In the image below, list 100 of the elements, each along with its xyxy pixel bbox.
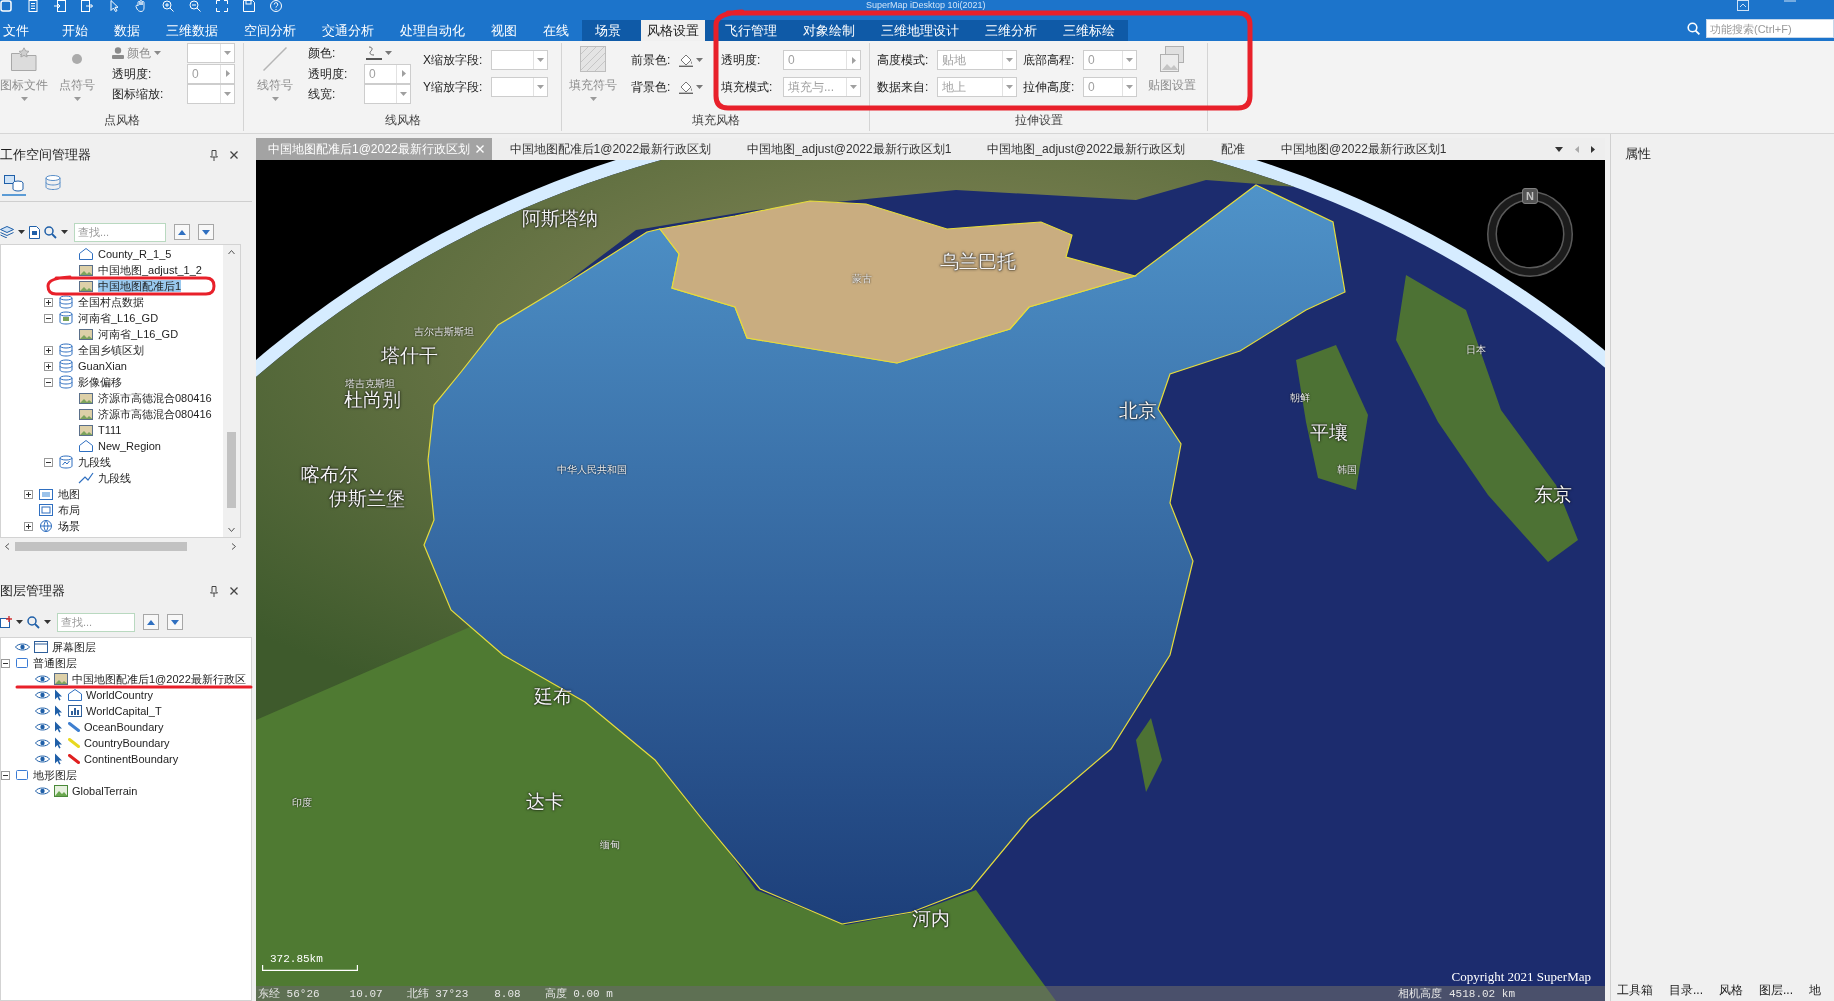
scroll-up-icon[interactable] [228,250,235,254]
search-field[interactable]: 查找... [74,222,166,242]
menu-tab[interactable]: 飞行管理 [719,20,783,41]
collapse-icon[interactable] [1,658,10,668]
expand-icon[interactable] [24,489,33,499]
layer-item[interactable]: CountryBoundary [84,737,170,749]
tree-item[interactable]: 河南省_L16_GD [98,328,179,340]
cursor-icon[interactable] [54,689,62,701]
search-field[interactable]: 功能搜索(Ctrl+F) [1706,19,1834,38]
move-up-button[interactable] [143,614,159,630]
dropdown-field[interactable] [491,50,548,70]
layer-item[interactable]: WorldCapital_T [86,705,162,717]
pin-icon[interactable] [210,149,218,161]
layer-item[interactable]: 中国地图配准后1@2022最新行政区 [72,673,246,685]
tree-item[interactable]: 济源市高德混合080416 [98,408,212,420]
pin-icon[interactable] [210,585,218,597]
tree-item[interactable]: 济源市高德混合080416 [98,392,212,404]
tree-item[interactable]: 中国地图配准后1 [98,280,182,292]
collapse-icon[interactable] [44,457,53,467]
menu-tab[interactable]: 风格设置 [641,20,705,41]
tree-item[interactable]: 河南省_L16_GD [78,312,159,324]
menu-tab[interactable]: 在线 [537,20,575,41]
search-icon[interactable] [44,225,57,239]
eye-icon[interactable] [35,786,50,796]
expand-icon[interactable] [24,521,33,531]
menu-tab[interactable]: 文件 [0,20,35,41]
help-icon[interactable] [270,0,282,12]
vertical-scrollbar[interactable] [223,245,240,537]
document-tab[interactable]: 中国地图_adjust@2022最新行政区划 [969,138,1203,160]
layer-item[interactable]: WorldCountry [86,689,154,701]
menu-tab[interactable]: 视图 [485,20,523,41]
compass-ring-icon[interactable] [1487,191,1573,277]
hand-icon[interactable] [135,0,147,12]
close-icon[interactable] [230,587,238,595]
menu-tab[interactable]: 处理自动化 [394,20,471,41]
tab-list-caret-icon[interactable] [1555,146,1563,152]
zoom-in-icon[interactable] [162,0,174,12]
tree-item[interactable]: 九段线 [78,456,111,468]
document-tab[interactable]: 配准 [1202,138,1263,160]
expand-icon[interactable] [44,345,53,355]
eye-icon[interactable] [35,690,50,700]
layer-item[interactable]: 普通图层 [33,657,77,669]
layer-item[interactable]: OceanBoundary [84,721,164,733]
cursor-icon[interactable] [54,705,62,717]
menu-tab[interactable]: 三维地理设计 [875,20,965,41]
scrollbar-thumb[interactable] [227,432,236,508]
scroll-right-icon[interactable] [232,542,236,550]
dropdown-field[interactable] [187,43,235,64]
menu-tab[interactable]: 三维数据 [160,20,224,41]
tree-item[interactable]: 布局 [58,504,80,516]
full-extent-icon[interactable] [216,0,228,12]
menu-tab[interactable]: 对象绘制 [797,20,861,41]
search-icon[interactable] [1687,22,1700,35]
save-icon[interactable] [243,0,255,12]
tree-item[interactable]: GuanXian [78,360,127,372]
tree-item[interactable]: 九段线 [98,472,131,484]
menu-tab[interactable]: 交通分析 [316,20,380,41]
zoom-out-icon[interactable] [189,0,201,12]
dropdown-field[interactable] [364,83,411,104]
menu-tab[interactable]: 三维标绘 [1057,20,1121,41]
eye-icon[interactable] [35,706,50,716]
dock-tab[interactable]: 目录... [1661,980,1711,1000]
menu-tab[interactable]: 场景 [589,20,627,41]
search-field[interactable]: 查找... [57,612,135,632]
north-label[interactable]: N [1522,188,1538,204]
tree-item[interactable]: 全国乡镇区划 [78,344,144,356]
expand-icon[interactable] [44,297,53,307]
tree-item[interactable]: T111 [98,424,122,436]
tree-item[interactable]: 中国地图_adjust_1_2 [98,264,202,276]
scroll-left-icon[interactable] [5,542,9,550]
layers-icon[interactable] [0,226,14,238]
layer-item[interactable]: 地形图层 [33,769,77,781]
move-down-button[interactable] [167,614,183,630]
tree-item[interactable]: 全国村点数据 [78,296,144,308]
collapse-icon[interactable] [44,313,53,323]
cursor-icon[interactable] [54,721,62,733]
dock-tab[interactable]: 风格 [1711,980,1751,1000]
dock-tab[interactable]: 工具箱 [1611,980,1661,1000]
scrollbar-thumb[interactable] [15,541,187,551]
add-layer-icon[interactable] [0,616,12,628]
dock-tab[interactable]: 地 [1801,980,1830,1000]
dropdown-field[interactable] [187,83,235,104]
tree-item[interactable]: New_Region [98,440,161,452]
document-icon[interactable] [29,225,40,239]
pointer-icon[interactable] [108,0,120,12]
menu-tab[interactable]: 空间分析 [238,20,302,41]
document-tab[interactable]: 中国地图配准后1@2022最新行政区划 [491,138,730,160]
menu-tab[interactable]: 三维分析 [979,20,1043,41]
close-icon[interactable] [230,151,238,159]
collapse-icon[interactable] [44,377,53,387]
export-icon[interactable] [81,0,93,12]
document-tab[interactable]: 中国地图_adjust@2022最新行政区划1 [729,138,970,160]
layer-item[interactable]: 屏幕图层 [52,641,96,653]
tree-item[interactable]: County_R_1_5 [98,248,172,260]
cursor-icon[interactable] [54,737,62,749]
eye-icon[interactable] [35,674,50,684]
scroll-down-icon[interactable] [228,528,235,532]
tree-item[interactable]: 场景 [58,520,80,532]
scroll-right-icon[interactable] [1591,145,1595,153]
move-up-button[interactable] [174,224,190,240]
